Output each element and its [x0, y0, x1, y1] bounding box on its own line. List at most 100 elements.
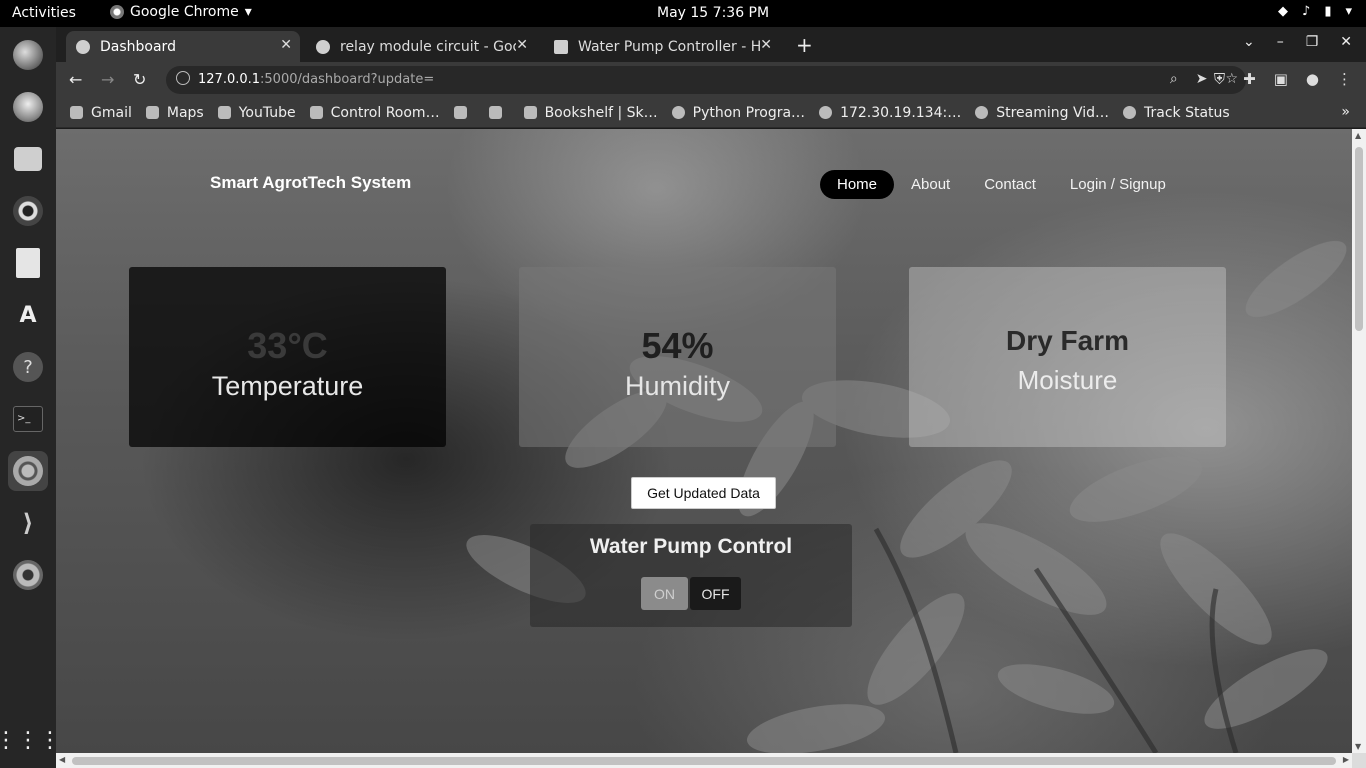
- nav-contact[interactable]: Contact: [967, 170, 1053, 199]
- thunderbird-icon[interactable]: [8, 87, 48, 127]
- gmail-icon: [70, 106, 83, 119]
- files-icon[interactable]: [8, 139, 48, 179]
- chrome-icon[interactable]: [8, 451, 48, 491]
- scroll-down-icon[interactable]: ▼: [1355, 742, 1361, 751]
- clock[interactable]: May 15 7:36 PM: [657, 5, 769, 21]
- window-controls: ⌄ – ❐ ✕: [1243, 34, 1352, 50]
- scrollbar-corner: [1352, 753, 1366, 768]
- youtube-icon: [217, 106, 231, 119]
- tab-strip: Dashboard ✕ relay module circuit - Goog …: [56, 27, 1366, 62]
- writer-icon[interactable]: [8, 243, 48, 283]
- hashnode-icon: [554, 39, 568, 54]
- humidity-value: 54%: [641, 325, 714, 366]
- site-info-icon[interactable]: [176, 71, 190, 85]
- globe-icon: [975, 106, 989, 119]
- back-icon[interactable]: ←: [69, 70, 82, 89]
- google-icon: [316, 39, 330, 54]
- maximize-icon[interactable]: ❐: [1306, 34, 1319, 50]
- send-icon[interactable]: ➤: [1196, 71, 1208, 87]
- firefox-icon[interactable]: [8, 35, 48, 75]
- tab-title: relay module circuit - Goog: [340, 38, 516, 55]
- more-bookmarks-icon[interactable]: »: [1341, 104, 1350, 120]
- temperature-value: 33°C: [247, 325, 328, 366]
- tab-relay[interactable]: relay module circuit - Goog ✕: [306, 31, 536, 62]
- puzzle-icon[interactable]: ✚: [1243, 70, 1256, 88]
- address-bar[interactable]: 127.0.0.1:5000/dashboard?update= ⌕ ➤ ☆: [166, 66, 1246, 94]
- moisture-card: Dry Farm Moisture: [909, 267, 1226, 447]
- tab-search-icon[interactable]: ⌄: [1243, 34, 1255, 50]
- rhythmbox-icon[interactable]: [8, 191, 48, 231]
- tab-title: Water Pump Controller - H: [578, 38, 762, 55]
- bookmark-ip[interactable]: 172.30.19.134:…: [819, 105, 961, 121]
- bookmark-bookshelf[interactable]: Bookshelf | Sk…: [523, 105, 658, 121]
- globe-icon: [671, 106, 685, 119]
- bookmark-youtube-2[interactable]: [453, 106, 475, 119]
- nav-home[interactable]: Home: [820, 170, 895, 199]
- brand-title[interactable]: Smart AgrotTech System: [210, 173, 411, 193]
- pump-off-button[interactable]: OFF: [690, 577, 741, 610]
- bookmark-track-status[interactable]: Track Status: [1123, 105, 1230, 121]
- horizontal-scroll-thumb[interactable]: [72, 757, 1336, 765]
- extensions-area: ⛨ ✚ ▣ ● ⋮: [1214, 70, 1352, 88]
- vscode-icon[interactable]: ⟩: [8, 503, 48, 543]
- wifi-icon: ◆: [1278, 4, 1289, 19]
- shield-icon[interactable]: ⛨: [1214, 70, 1225, 88]
- close-icon[interactable]: ✕: [280, 37, 292, 53]
- reload-icon[interactable]: ↻: [133, 70, 146, 89]
- close-window-icon[interactable]: ✕: [1340, 34, 1352, 50]
- scroll-up-icon[interactable]: ▲: [1355, 131, 1361, 140]
- side-panel-icon[interactable]: ▣: [1274, 70, 1288, 88]
- bookmark-maps[interactable]: Maps: [145, 105, 204, 121]
- tab-water-pump[interactable]: Water Pump Controller - H ✕: [544, 31, 780, 62]
- maps-icon: [145, 106, 159, 119]
- vertical-scrollbar[interactable]: ▲ ▼: [1352, 129, 1366, 753]
- scroll-right-icon[interactable]: ▶: [1343, 755, 1349, 764]
- minimize-icon[interactable]: –: [1277, 34, 1284, 50]
- settings-icon[interactable]: [8, 555, 48, 595]
- apps-grid-icon[interactable]: ⋮⋮⋮: [0, 720, 61, 760]
- horizontal-scrollbar[interactable]: ◀ ▶: [56, 753, 1352, 768]
- activities-button[interactable]: Activities: [12, 5, 76, 21]
- software-icon[interactable]: A: [8, 295, 48, 335]
- help-icon[interactable]: ?: [8, 347, 48, 387]
- tab-title: Dashboard: [100, 38, 176, 55]
- bookmark-youtube[interactable]: YouTube: [217, 105, 296, 121]
- youtube-icon: [453, 106, 467, 119]
- terminal-icon[interactable]: >_: [8, 399, 48, 439]
- globe-icon: [819, 106, 833, 119]
- vertical-scroll-thumb[interactable]: [1355, 147, 1363, 331]
- zoom-icon[interactable]: ⌕: [1170, 71, 1178, 87]
- pump-on-button[interactable]: ON: [641, 577, 688, 610]
- chevron-down-icon: ▾: [1345, 4, 1352, 19]
- nav-about[interactable]: About: [894, 170, 967, 199]
- volume-icon: ♪: [1302, 4, 1311, 19]
- bookmark-python[interactable]: Python Progra…: [671, 105, 805, 121]
- page-viewport: Smart AgrotTech System Home About Contac…: [56, 129, 1352, 753]
- app-menu[interactable]: Google Chrome ▾: [110, 4, 252, 20]
- url-text[interactable]: 127.0.0.1:5000/dashboard?update=: [198, 72, 434, 87]
- battery-icon: ▮: [1324, 4, 1332, 19]
- new-tab-button[interactable]: +: [796, 33, 813, 57]
- close-icon[interactable]: ✕: [516, 37, 528, 53]
- menu-icon[interactable]: ⋮: [1337, 70, 1352, 88]
- moisture-value: Dry Farm: [1006, 325, 1129, 356]
- app-menu-label: Google Chrome: [130, 4, 239, 20]
- bookmark-control-room[interactable]: Control Room…: [309, 105, 440, 121]
- browser-toolbar: ← → ↻ 127.0.0.1:5000/dashboard?update= ⌕…: [56, 62, 1366, 98]
- scroll-left-icon[interactable]: ◀: [59, 755, 65, 764]
- bookmark-youtube-3[interactable]: [488, 106, 510, 119]
- nav-login-signup[interactable]: Login / Signup: [1053, 170, 1183, 199]
- bookmark-streaming[interactable]: Streaming Vid…: [975, 105, 1109, 121]
- youtube-icon: [488, 106, 502, 119]
- close-icon[interactable]: ✕: [760, 37, 772, 53]
- get-updated-data-button[interactable]: Get Updated Data: [631, 477, 776, 509]
- water-pump-panel: Water Pump Control ON OFF: [530, 524, 852, 627]
- bookmark-gmail[interactable]: Gmail: [70, 105, 132, 121]
- profile-avatar[interactable]: ●: [1306, 70, 1319, 88]
- system-top-bar: Activities Google Chrome ▾ May 15 7:36 P…: [0, 0, 1366, 27]
- tab-dashboard[interactable]: Dashboard ✕: [66, 31, 300, 62]
- forward-icon[interactable]: →: [101, 70, 114, 89]
- system-tray[interactable]: ◆ ♪ ▮ ▾: [1278, 4, 1352, 19]
- pump-toggle-group: ON OFF: [641, 577, 741, 610]
- bookmarks-bar: Gmail Maps YouTube Control Room… Bookshe…: [56, 98, 1366, 128]
